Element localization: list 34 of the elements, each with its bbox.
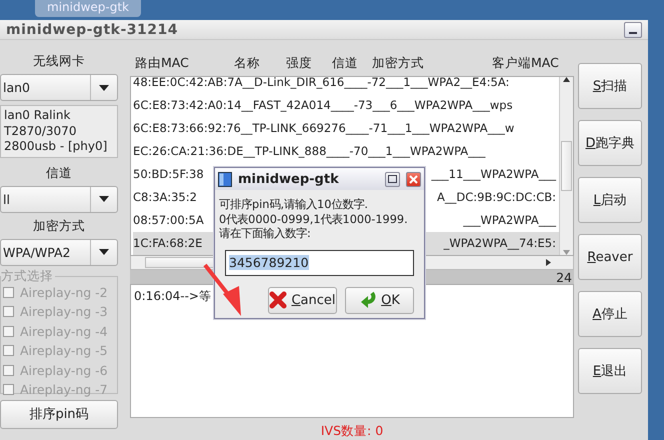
row-text: A__DC:9B:9C:DC:CB: [437, 189, 556, 206]
row-text: 08:57:00:5A [133, 212, 204, 229]
card-info-text: lan0 Ralink T2870/3070 2800usb - [phy0] [0, 105, 118, 158]
checkbox-label: Aireplay-ng -4 [20, 324, 108, 339]
checkbox-label: Aireplay-ng -2 [20, 284, 108, 300]
ap-count: 24 [556, 270, 572, 284]
dialog-title: minidwep-gtk [238, 172, 340, 186]
checkbox-label: Aireplay-ng -6 [20, 362, 108, 378]
column-header: 客户端MAC [492, 54, 560, 72]
column-header: 加密方式 [372, 54, 425, 72]
row-text: C8:3A:35:2 [133, 189, 197, 206]
checkbox-label: Aireplay-ng -7 [20, 382, 108, 398]
row-text: _WPA2WPA__74:E5: [444, 235, 556, 252]
row-text: 6C:E8:73:42:A0:14__FAST_42A014____-73___6___WPA2WPA___wps [133, 97, 513, 114]
row-text: 50:BD:5F:38 [133, 166, 204, 183]
window-title: minidwep-gtk-31214 [6, 22, 178, 38]
channel-label: 信道 [45, 164, 73, 182]
row-text: 6C:E8:73:66:92:76__TP-LINK_669276____-71___1___WPA2WPA___w [133, 120, 514, 137]
row-text: 48:EE:0C:42:AB:7A__D-Link_DIR_616____-72___1___WPA2__E4:5A: [133, 77, 510, 91]
column-header: 路由MAC [135, 54, 190, 72]
row-text: ___WPA2WPA___ [463, 212, 556, 229]
ivs-count: IVS数量: 0 [320, 423, 384, 440]
row-text: ___11___WPA2WPA___ [431, 166, 556, 183]
column-header: 强度 [286, 54, 313, 72]
checkbox-label: Aireplay-ng -3 [20, 304, 108, 320]
row-text: EC:26:CA:21:36:DE__TP-LINK_888____-70___1___WPA2WPA___ [133, 143, 486, 160]
group-title: 方式选择 [1, 268, 55, 284]
column-header: 名称 [234, 54, 261, 72]
checkbox-label: Aireplay-ng -5 [20, 343, 108, 358]
column-header: 信道 [332, 54, 359, 72]
encryption-label: 加密方式 [32, 216, 86, 234]
row-text: 1C:FA:68:2E [133, 235, 202, 252]
log-line: 0:16:04-->等 [134, 288, 211, 305]
wireless-card-label: 无线网卡 [32, 52, 86, 70]
